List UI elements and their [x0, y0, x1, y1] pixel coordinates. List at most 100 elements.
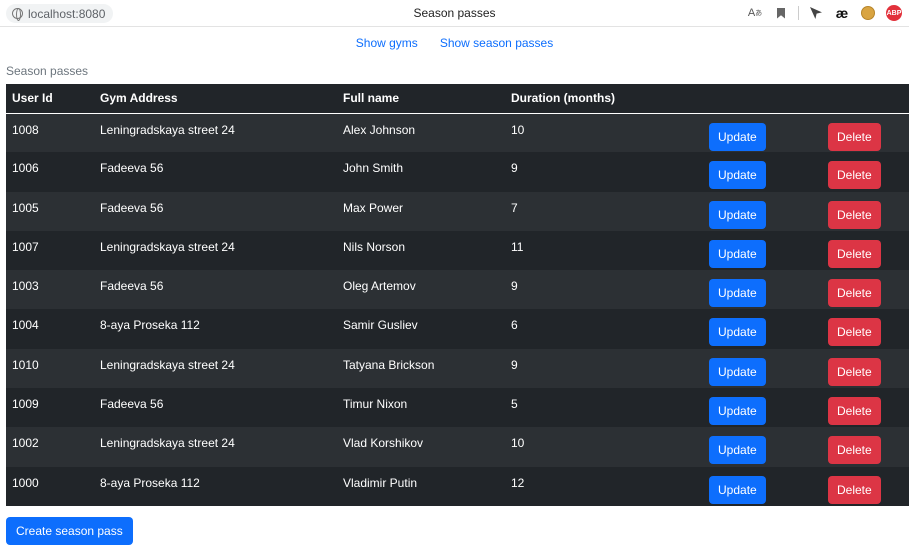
cell-duration: 7	[511, 200, 518, 215]
cell-user-id: 1009	[12, 397, 39, 412]
delete-button[interactable]: Delete	[828, 357, 881, 386]
table-row: 1006 Fadeeva 56 John Smith 9 Update Delete	[6, 152, 909, 192]
cell-gym-address: Leningradskaya street 24	[100, 122, 235, 137]
cell-update: Update	[703, 270, 822, 309]
cell-full-name: Alex Johnson	[343, 122, 416, 137]
cookie-icon[interactable]	[859, 4, 877, 22]
cell-delete: Delete	[822, 192, 909, 231]
cell-delete: Delete	[822, 467, 909, 506]
toolbar-divider	[798, 6, 799, 20]
table-row: 1010 Leningradskaya street 24 Tatyana Bric…	[6, 348, 909, 389]
pointer-icon[interactable]	[807, 4, 825, 22]
header-delete-col	[822, 84, 909, 113]
cell-gym-address: Leningradskaya street 24	[100, 357, 235, 372]
delete-button[interactable]: Delete	[828, 122, 881, 151]
table-row: 1005 Fadeeva 56 Max Power 7 Update Delete	[6, 191, 909, 231]
cell-full-name: Timur Nixon	[343, 397, 408, 412]
cell-user-id: 1003	[12, 279, 39, 294]
main-nav: Show gyms Show season passes	[0, 36, 909, 50]
cell-duration: 10	[511, 436, 525, 451]
cell-gym-address: Fadeeva 56	[100, 200, 164, 215]
table-row: 1008 Leningradskaya street 24 Alex Johnson…	[6, 113, 909, 153]
update-button[interactable]: Update	[709, 200, 766, 229]
abp-label: ABP	[886, 5, 902, 21]
abp-icon[interactable]: ABP	[885, 4, 903, 22]
cell-duration: 10	[511, 122, 525, 137]
cell-gym-address: 8-aya Proseka 112	[100, 318, 200, 333]
delete-button[interactable]: Delete	[828, 436, 881, 465]
header-gym-address: Gym Address	[100, 91, 178, 106]
table-row: 1003 Fadeeva 56 Oleg Artemov 9 Update Delete	[6, 270, 909, 310]
update-button[interactable]: Update	[709, 161, 766, 190]
update-button[interactable]: Update	[709, 475, 766, 504]
cell-user-id: 1005	[12, 200, 39, 215]
header-user-id: User Id	[12, 91, 53, 106]
cell-full-name: Tatyana Brickson	[343, 357, 435, 372]
cell-user-id: 1008	[12, 122, 39, 137]
cell-delete: Delete	[822, 427, 909, 466]
table-row: 1002 Leningradskaya street 24 Vlad Korshik…	[6, 427, 909, 467]
cell-user-id: 1006	[12, 161, 39, 176]
cell-update: Update	[703, 152, 822, 191]
cell-full-name: Nils Norson	[343, 239, 406, 254]
cell-full-name: Vlad Korshikov	[343, 436, 424, 451]
cell-user-id: 1000	[12, 475, 39, 490]
show-gyms-link[interactable]: Show gyms	[356, 36, 418, 50]
table-row: 1004 8-aya Proseka 112 Samir Gusliev 6 Updat…	[6, 309, 909, 349]
cell-gym-address: Fadeeva 56	[100, 161, 164, 176]
cell-full-name: John Smith	[343, 161, 404, 176]
cell-delete: Delete	[822, 388, 909, 427]
update-button[interactable]: Update	[709, 357, 766, 386]
cell-delete: Delete	[822, 152, 909, 191]
delete-button[interactable]: Delete	[828, 397, 881, 426]
season-passes-table: User Id Gym Address Full name Duration (…	[6, 84, 909, 506]
cell-gym-address: Fadeeva 56	[100, 279, 164, 294]
create-season-pass-button[interactable]: Create season pass	[6, 517, 133, 545]
cell-duration: 5	[511, 397, 518, 412]
cell-duration: 11	[511, 239, 524, 254]
delete-button[interactable]: Delete	[828, 161, 881, 190]
table-row: 1009 Fadeeva 56 Timur Nixon 5 Update Delete	[6, 388, 909, 428]
header-full-name: Full name	[343, 91, 400, 106]
show-season-passes-link[interactable]: Show season passes	[440, 36, 553, 50]
cell-gym-address: 8-aya Proseka 112	[100, 475, 200, 490]
update-button[interactable]: Update	[709, 279, 766, 308]
header-duration: Duration (months)	[511, 91, 615, 106]
cell-duration: 9	[511, 279, 518, 294]
cell-user-id: 1010	[12, 357, 39, 372]
cell-user-id: 1002	[12, 436, 39, 451]
cell-duration: 12	[511, 475, 525, 490]
cell-gym-address: Leningradskaya street 24	[100, 239, 235, 254]
cell-gym-address: Fadeeva 56	[100, 397, 164, 412]
cell-full-name: Oleg Artemov	[343, 279, 416, 294]
extension-bar: Aあ æ ABP	[746, 4, 903, 22]
cell-user-id: 1007	[12, 239, 39, 254]
cell-update: Update	[703, 113, 822, 152]
update-button[interactable]: Update	[709, 122, 766, 151]
bookmark-icon[interactable]	[772, 4, 790, 22]
update-button[interactable]: Update	[709, 436, 766, 465]
delete-button[interactable]: Delete	[828, 200, 881, 229]
update-button[interactable]: Update	[709, 397, 766, 426]
delete-button[interactable]: Delete	[828, 318, 881, 347]
translate-icon[interactable]: Aあ	[746, 4, 764, 22]
update-button[interactable]: Update	[709, 318, 766, 347]
header-update-col	[703, 84, 822, 113]
cell-delete: Delete	[822, 231, 909, 270]
table-row: 1007 Leningradskaya street 24 Nils Norson 1…	[6, 230, 909, 271]
delete-button[interactable]: Delete	[828, 279, 881, 308]
cell-user-id: 1004	[12, 318, 39, 333]
delete-button[interactable]: Delete	[828, 239, 881, 268]
table-header-row: User Id Gym Address Full name Duration (…	[6, 84, 909, 113]
cell-update: Update	[703, 231, 822, 270]
delete-button[interactable]: Delete	[828, 475, 881, 504]
cell-delete: Delete	[822, 113, 909, 152]
cell-delete: Delete	[822, 349, 909, 388]
table-row: 1000 8-aya Proseka 112 Vladimir Putin 12 Upd…	[6, 466, 909, 506]
update-button[interactable]: Update	[709, 239, 766, 268]
ae-icon[interactable]: æ	[833, 4, 851, 22]
cell-update: Update	[703, 388, 822, 427]
cell-gym-address: Leningradskaya street 24	[100, 436, 235, 451]
cell-full-name: Vladimir Putin	[343, 475, 418, 490]
cell-delete: Delete	[822, 270, 909, 309]
